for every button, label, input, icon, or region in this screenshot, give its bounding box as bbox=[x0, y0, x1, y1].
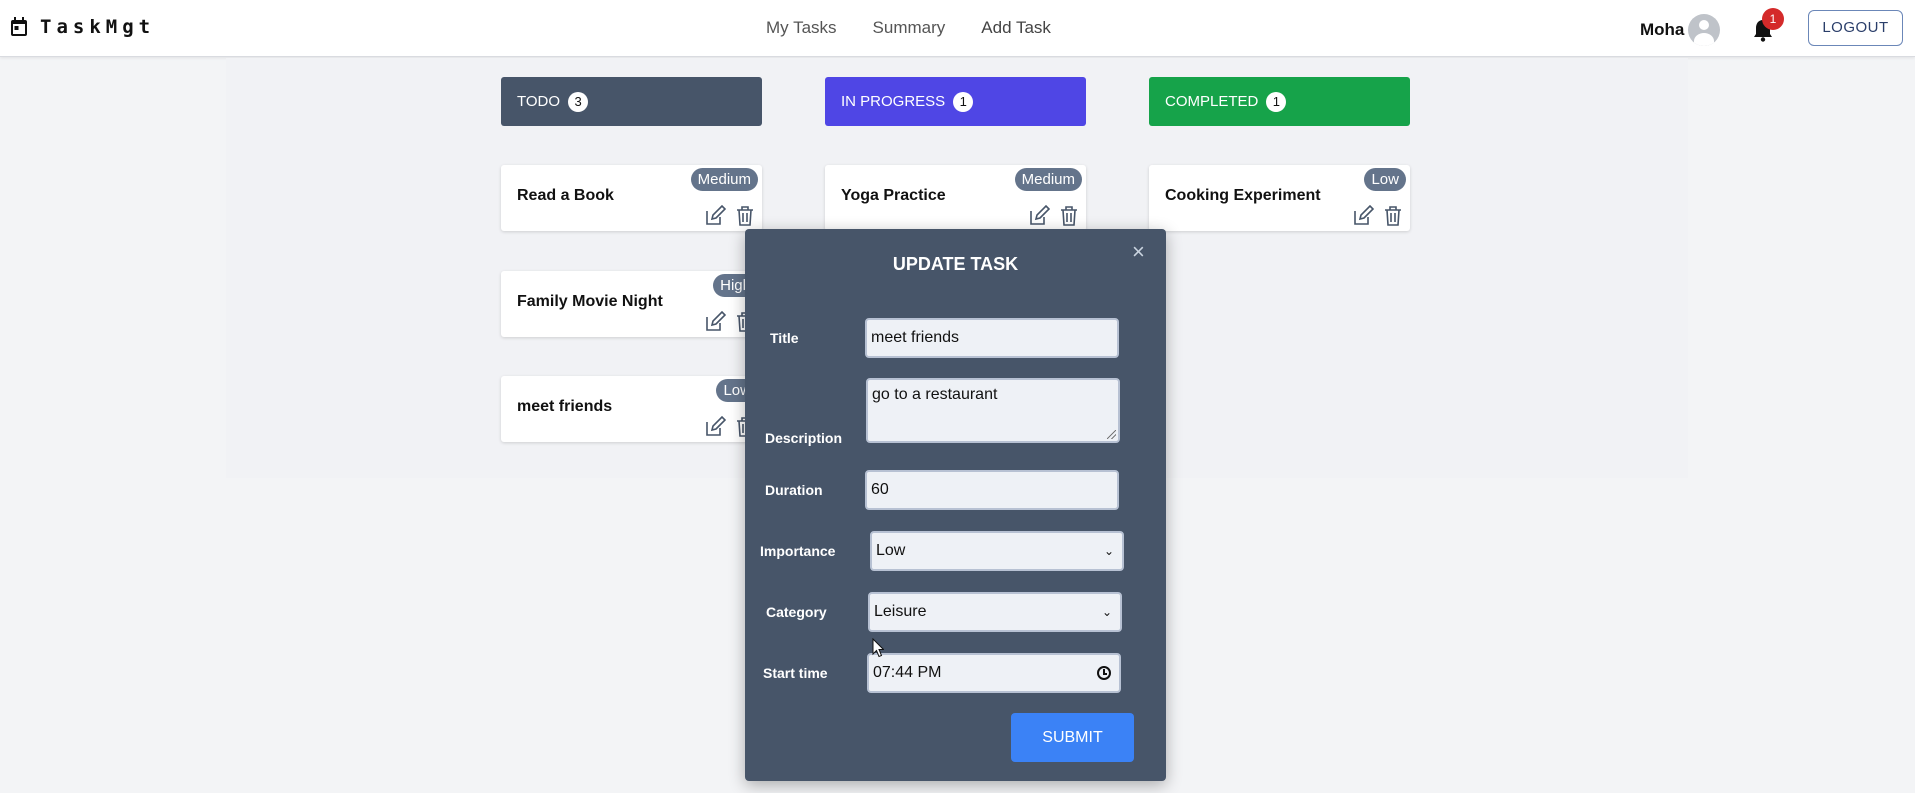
edit-icon[interactable] bbox=[1028, 205, 1050, 227]
chevron-down-icon: ⌄ bbox=[1101, 605, 1112, 619]
main-nav: My Tasks Summary Add Task bbox=[766, 18, 1051, 38]
title-label: Title bbox=[770, 330, 799, 346]
task-card[interactable]: Read a Book Medium bbox=[501, 165, 762, 231]
resize-handle-icon[interactable] bbox=[1107, 430, 1116, 439]
column-header-in-progress: IN PROGRESS 1 bbox=[825, 77, 1086, 126]
description-label: Description bbox=[765, 430, 843, 446]
task-title: Read a Book bbox=[517, 187, 614, 204]
modal-title: UPDATE TASK bbox=[892, 254, 1019, 274]
title-input[interactable]: meet friends bbox=[865, 318, 1119, 358]
nav-my-tasks[interactable]: My Tasks bbox=[766, 18, 837, 38]
column-title: IN PROGRESS bbox=[841, 93, 946, 110]
column-count: 3 bbox=[568, 91, 589, 112]
close-icon[interactable]: × bbox=[1132, 239, 1154, 264]
mouse-cursor-icon bbox=[872, 638, 884, 658]
edit-icon[interactable] bbox=[1352, 205, 1374, 227]
trash-icon[interactable] bbox=[1382, 205, 1404, 227]
description-textarea[interactable]: go to a restaurant bbox=[866, 378, 1120, 443]
nav-add-task[interactable]: Add Task bbox=[981, 18, 1051, 38]
column-count: 1 bbox=[1266, 91, 1287, 112]
edit-icon[interactable] bbox=[704, 205, 726, 227]
calendar-icon bbox=[11, 17, 27, 36]
task-title: meet friends bbox=[517, 398, 613, 415]
task-card[interactable]: meet friends Low bbox=[501, 376, 762, 442]
category-value: Leisure bbox=[874, 603, 927, 620]
duration-input[interactable]: 60 bbox=[865, 470, 1119, 510]
start-time-value: 07:44 PM bbox=[873, 664, 942, 681]
start-time-input[interactable]: 07:44 PM bbox=[867, 653, 1121, 693]
logo-text: TaskMgt bbox=[40, 16, 156, 38]
notification-badge: 1 bbox=[1762, 8, 1784, 30]
category-select[interactable]: Leisure ⌄ bbox=[868, 592, 1122, 632]
column-count: 1 bbox=[953, 91, 974, 112]
clock-icon[interactable] bbox=[1097, 666, 1111, 680]
task-title: Cooking Experiment bbox=[1165, 187, 1321, 204]
trash-icon[interactable] bbox=[734, 205, 756, 227]
importance-label: Importance bbox=[760, 543, 836, 559]
task-card[interactable]: Cooking Experiment Low bbox=[1149, 165, 1410, 231]
task-card[interactable]: Yoga Practice Medium bbox=[825, 165, 1086, 231]
column-title: COMPLETED bbox=[1165, 93, 1259, 110]
logout-button[interactable]: LOGOUT bbox=[1808, 10, 1903, 46]
submit-button[interactable]: SUBMIT bbox=[1011, 713, 1134, 762]
task-title: Family Movie Night bbox=[517, 293, 663, 310]
importance-value: Low bbox=[876, 542, 906, 559]
update-task-modal: UPDATE TASK × Title meet friends Descrip… bbox=[745, 229, 1166, 781]
chevron-down-icon: ⌄ bbox=[1103, 544, 1114, 558]
description-value: go to a restaurant bbox=[872, 386, 998, 403]
user-name: Moha bbox=[1640, 20, 1685, 39]
app-logo[interactable]: TaskMgt bbox=[10, 16, 155, 38]
task-card[interactable]: Family Movie Night High bbox=[501, 271, 762, 337]
column-header-completed: COMPLETED 1 bbox=[1149, 77, 1410, 126]
start-time-label: Start time bbox=[763, 665, 828, 681]
priority-badge: Low bbox=[1364, 168, 1406, 191]
nav-summary[interactable]: Summary bbox=[873, 18, 946, 38]
column-header-todo: TODO 3 bbox=[501, 77, 762, 126]
priority-badge: Medium bbox=[1014, 168, 1082, 191]
trash-icon[interactable] bbox=[1058, 205, 1080, 227]
duration-label: Duration bbox=[765, 482, 823, 498]
user-avatar-icon[interactable] bbox=[1688, 14, 1721, 46]
edit-icon[interactable] bbox=[704, 416, 726, 438]
edit-icon[interactable] bbox=[704, 311, 726, 333]
top-navbar: TaskMgt My Tasks Summary Add Task Moha 1… bbox=[0, 0, 1915, 57]
user-menu[interactable]: Moha bbox=[1640, 14, 1721, 46]
column-title: TODO bbox=[517, 93, 561, 110]
priority-badge: Medium bbox=[690, 168, 758, 191]
category-label: Category bbox=[766, 604, 827, 620]
task-title: Yoga Practice bbox=[841, 187, 946, 204]
importance-select[interactable]: Low ⌄ bbox=[870, 531, 1124, 571]
